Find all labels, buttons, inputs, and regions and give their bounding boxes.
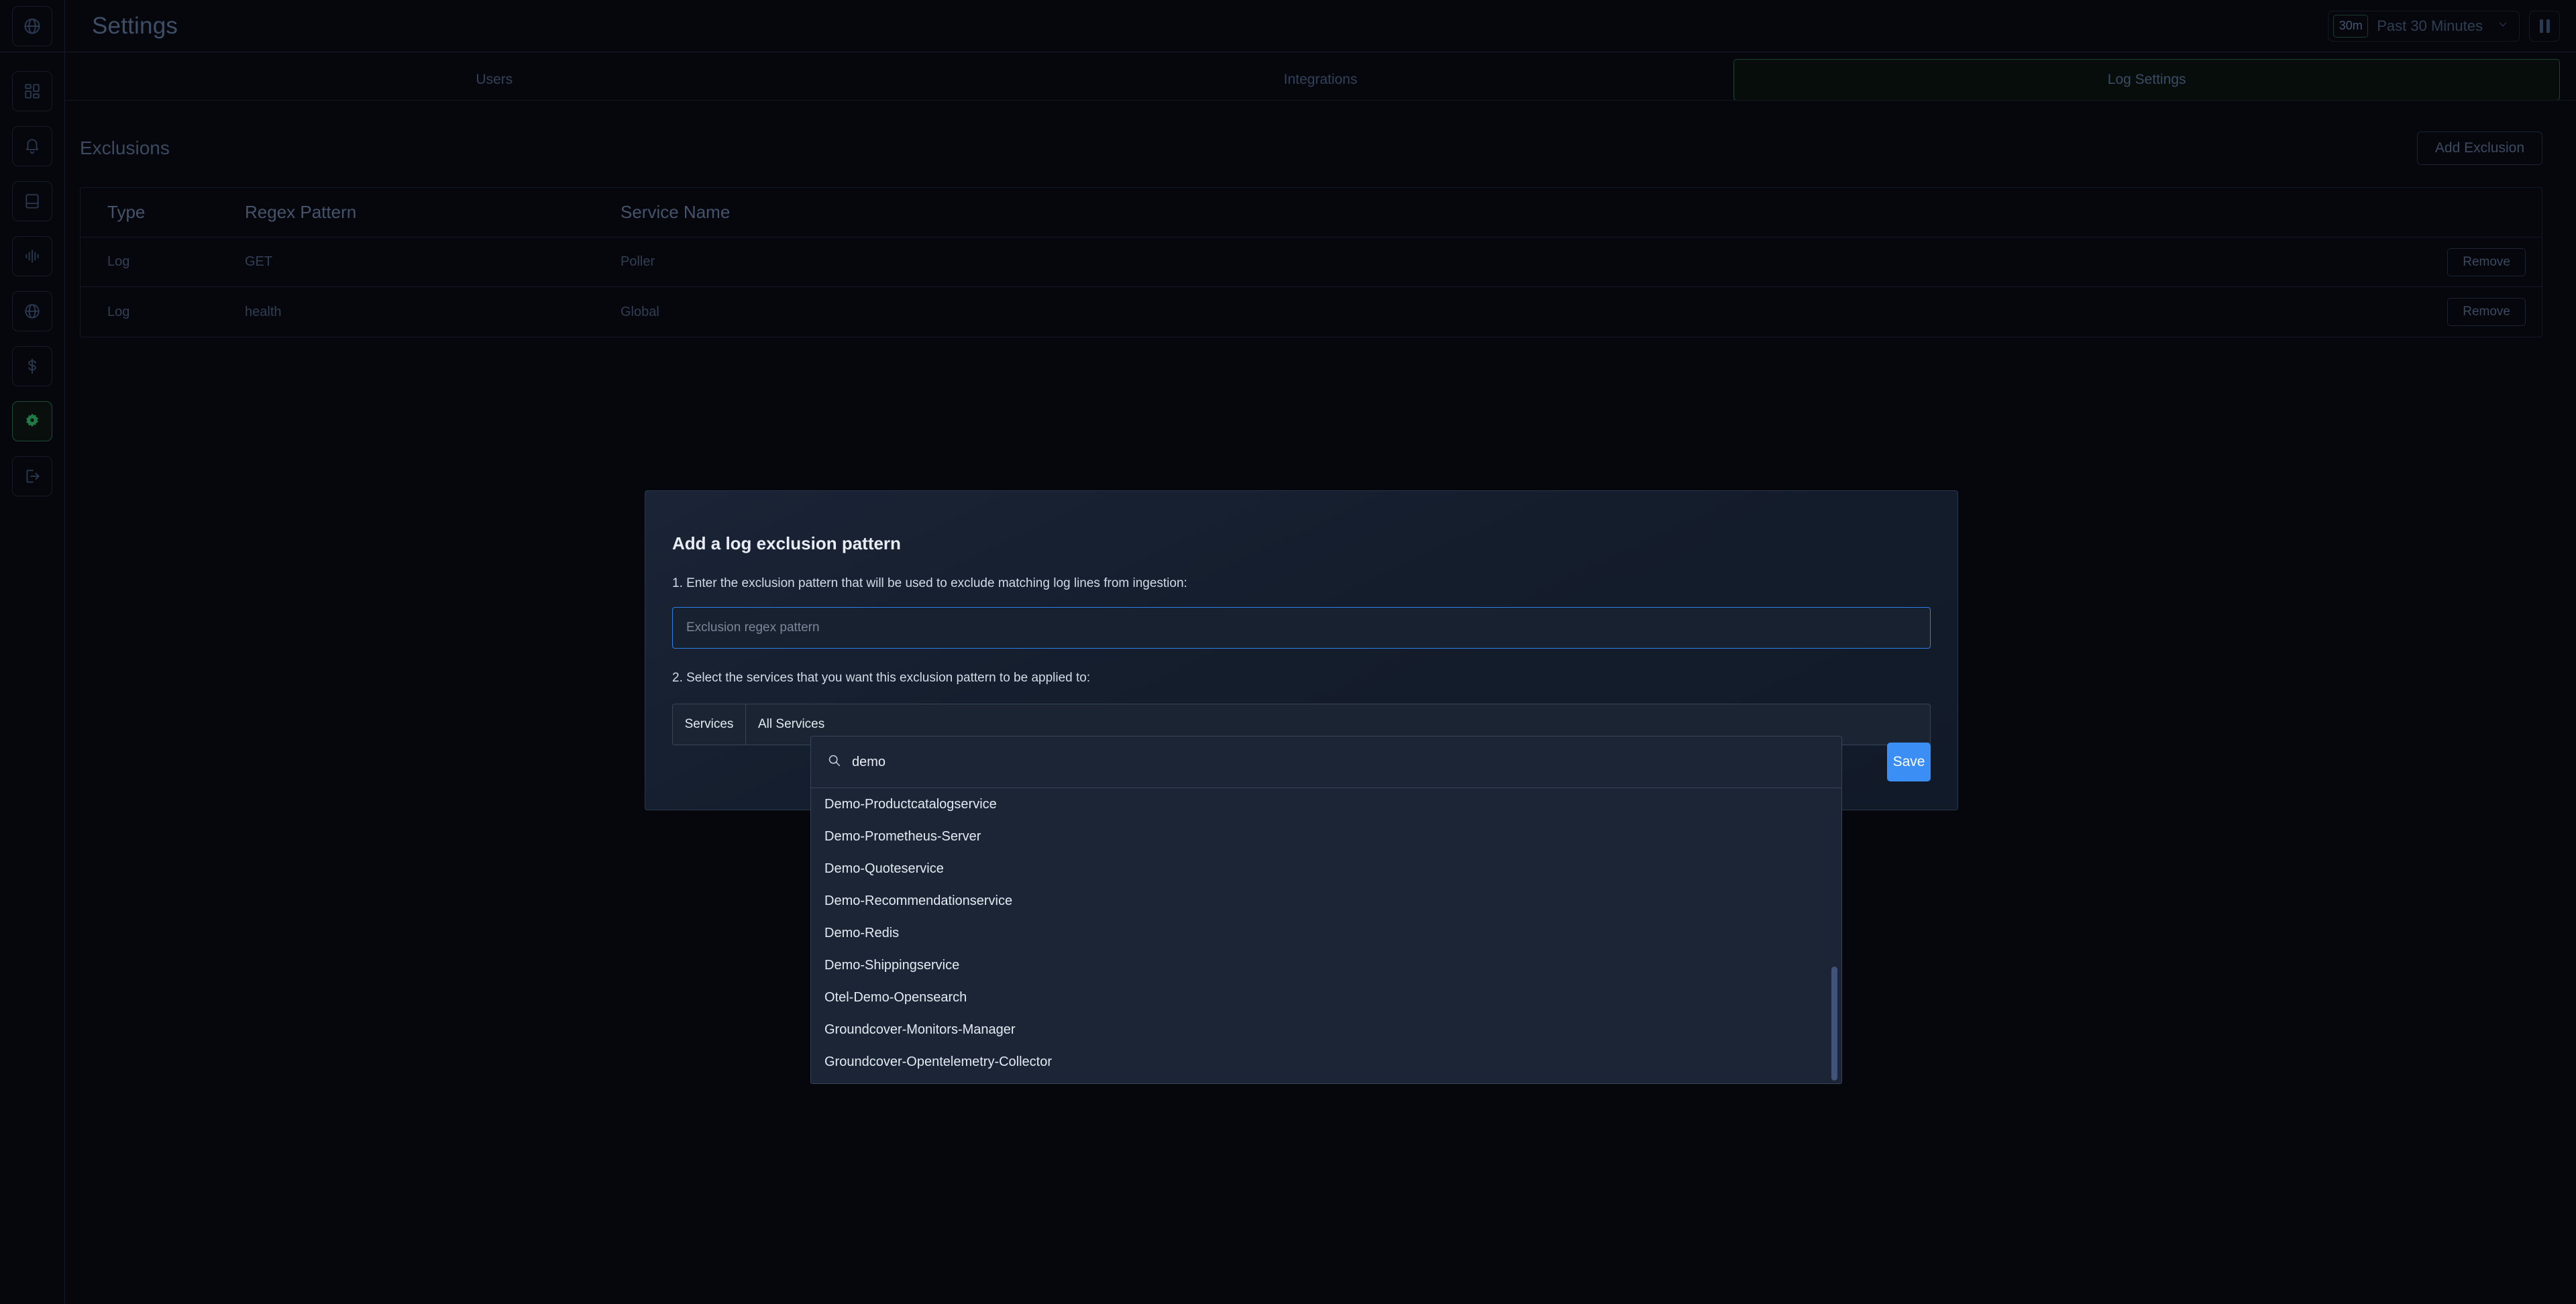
list-item[interactable]: Groundcover-Monitors-Manager [811,1014,1841,1046]
remove-label: Remove [2463,305,2510,319]
sidebar-item-alerts[interactable] [12,126,52,166]
remove-button[interactable]: Remove [2447,298,2526,326]
list-item[interactable]: Demo-Quoteservice [811,853,1841,885]
tab-log-settings[interactable]: Log Settings [1733,59,2561,101]
tab-label: Users [476,72,513,87]
list-item[interactable]: Demo-Productcatalogservice [811,788,1841,820]
sidebar-item-logs[interactable] [12,181,52,221]
sidebar [0,0,65,1304]
globe-icon [23,303,41,320]
cell-regex: health [245,304,282,319]
service-search-field[interactable]: demo [811,737,1841,788]
table-row: Log GET Poller Remove [80,237,2542,287]
time-range-selector[interactable]: 30m Past 30 Minutes [2328,10,2520,42]
sidebar-item-network[interactable] [12,291,52,331]
cell-type: Log [107,304,130,319]
list-item[interactable]: Otel-Demo-Opensearch [811,981,1841,1014]
remove-button[interactable]: Remove [2447,248,2526,276]
table-row: Log health Global Remove [80,287,2542,337]
sidebar-item-cost[interactable] [12,346,52,386]
exclusions-header: Exclusions Add Exclusion [80,131,2542,165]
service-search-value: demo [852,754,886,769]
book-icon [23,193,41,210]
time-range-label: Past 30 Minutes [2377,17,2483,34]
waveform-icon [23,248,41,265]
add-exclusion-label: Add Exclusion [2434,140,2524,156]
cell-type: Log [107,254,130,269]
chevron-down-icon [2498,19,2508,33]
cell-regex: GET [245,254,273,269]
tab-label: Integrations [1283,72,1358,87]
dropdown-scrollbar[interactable] [1829,788,1839,1083]
dropdown-scrollbar-thumb[interactable] [1831,967,1837,1081]
tab-label: Log Settings [2107,72,2186,87]
regex-input-placeholder: Exclusion regex pattern [686,620,820,635]
list-item[interactable]: Groundcover-Opentelemetry-Collector [811,1046,1841,1078]
topbar: Settings 30m Past 30 Minutes [65,0,2576,52]
regex-pattern-input[interactable]: Exclusion regex pattern [672,607,1931,649]
table-header-row: Type Regex Pattern Service Name [80,188,2542,237]
tab-users[interactable]: Users [81,59,908,101]
settings-tabs: Users Integrations Log Settings [65,53,2576,101]
section-title: Exclusions [80,138,170,158]
topbar-actions: 30m Past 30 Minutes [2328,10,2560,42]
globe-icon [12,5,52,46]
cell-service: Poller [621,254,655,269]
modal-step-1-label: 1. Enter the exclusion pattern that will… [672,576,1187,590]
sidebar-item-settings[interactable] [12,401,52,441]
exclusions-table: Type Regex Pattern Service Name Log GET … [80,187,2542,337]
app-logo[interactable] [0,0,65,52]
dollar-icon [23,358,41,375]
add-exclusion-button[interactable]: Add Exclusion [2416,131,2542,165]
time-range-badge: 30m [2333,14,2369,38]
column-header-service: Service Name [621,202,731,222]
save-button[interactable]: Save [1887,743,1931,781]
list-item[interactable]: Demo-Recommendationservice [811,885,1841,917]
tab-integrations[interactable]: Integrations [908,59,1734,101]
sidebar-item-dashboard[interactable] [12,71,52,111]
service-dropdown-panel: demo Demo-Productcatalogservice Demo-Pro… [810,736,1842,1084]
dashboard-grid-icon [23,83,41,100]
search-icon [827,753,841,771]
page-title: Settings [92,12,178,39]
list-item[interactable]: Demo-Redis [811,917,1841,949]
sidebar-item-logout[interactable] [12,456,52,496]
modal-title: Add a log exclusion pattern [672,533,901,553]
pause-button[interactable] [2529,10,2560,42]
sidebar-item-traces[interactable] [12,236,52,276]
modal-step-2-label: 2. Select the services that you want thi… [672,671,1091,685]
column-header-type: Type [107,202,146,222]
save-label: Save [1892,754,1925,769]
gear-icon [23,413,41,430]
logout-icon [23,468,41,485]
services-label-chip: Services [673,704,746,745]
list-item[interactable]: Demo-Prometheus-Server [811,820,1841,853]
remove-label: Remove [2463,254,2510,269]
service-option-list[interactable]: Demo-Productcatalogservice Demo-Promethe… [811,788,1841,1083]
bell-icon [23,138,41,155]
cell-service: Global [621,304,659,319]
app-root: Settings 30m Past 30 Minutes Users Integ… [0,0,2576,1304]
list-item[interactable]: Demo-Shippingservice [811,949,1841,981]
pause-icon [2539,19,2550,33]
column-header-regex: Regex Pattern [245,202,357,222]
